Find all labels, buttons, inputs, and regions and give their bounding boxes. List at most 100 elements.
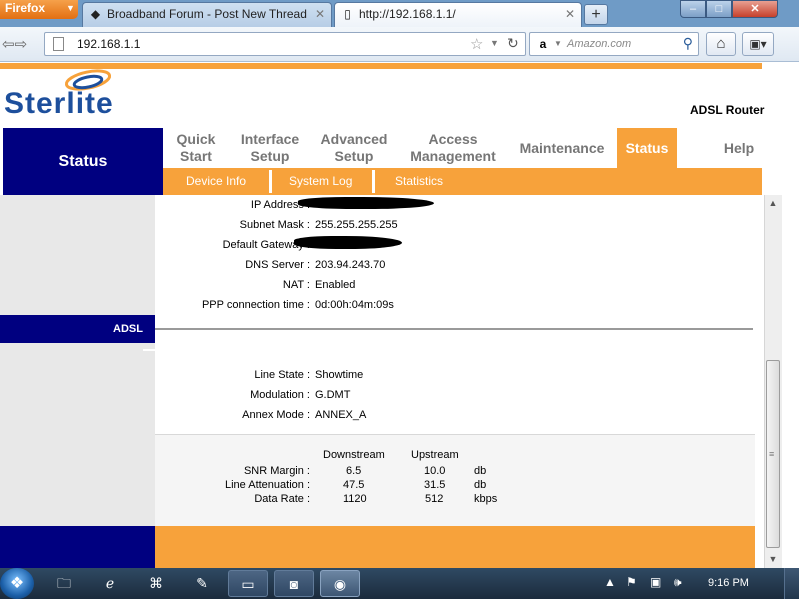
action-center-flag-icon[interactable]: ⚑ — [626, 575, 637, 589]
firefox-menu-button[interactable]: Firefox ▼ — [0, 0, 78, 19]
info-label: Line State : — [254, 369, 310, 381]
info-label: Subnet Mask : — [239, 219, 310, 231]
window-taskbar-button[interactable]: ▭ — [228, 570, 268, 597]
stat-upstream: 512 — [425, 493, 444, 505]
internet-explorer-taskbar-button[interactable]: ℯ — [90, 570, 130, 597]
address-bar[interactable]: 192.168.1.1 ☆ ▼ ↻ — [44, 32, 526, 56]
green-app-icon: ◙ — [289, 576, 299, 592]
footer-orange-bar — [155, 526, 755, 568]
tab-title: http://192.168.1.1/ — [359, 7, 456, 21]
info-value: ANNEX_A — [315, 409, 367, 421]
info-value: G.DMT — [315, 389, 351, 401]
menu-advanced-setup[interactable]: Advanced Setup — [315, 128, 393, 168]
maximize-button[interactable]: □ — [706, 0, 732, 18]
info-label: NAT : — [282, 279, 310, 291]
page-icon — [53, 37, 64, 51]
stat-downstream: 1120 — [343, 493, 367, 505]
search-placeholder[interactable]: Amazon.com — [567, 38, 631, 50]
start-button[interactable]: ❖ — [0, 568, 34, 599]
stat-label: SNR Margin : — [243, 465, 310, 477]
scroll-down-arrow-icon[interactable]: ▼ — [764, 551, 782, 568]
menu-access-management[interactable]: Access Management — [403, 128, 503, 168]
bookmark-star-icon[interactable]: ☆ — [470, 35, 483, 53]
info-label: Modulation : — [250, 389, 310, 401]
firefox-taskbar-button[interactable]: ◉ — [320, 570, 360, 597]
scroll-up-arrow-icon[interactable]: ▲ — [764, 195, 782, 212]
side-section-title: Status — [3, 128, 163, 195]
app-taskbar-button[interactable]: ◙ — [274, 570, 314, 597]
navigation-toolbar: ⇦⇨ 192.168.1.1 ☆ ▼ ↻ a ▼ Amazon.com ⚲ ⌂ … — [0, 27, 799, 62]
submenu-divider — [372, 170, 375, 193]
submenu-system-log[interactable]: System Log — [289, 168, 352, 195]
info-value: 0d:00h:04m:09s — [315, 299, 394, 311]
menu-help[interactable]: Help — [711, 128, 767, 168]
forward-arrow-icon[interactable]: ⇨ — [15, 36, 28, 53]
screen: Firefox ▼ ◆ Broadband Forum - Post New T… — [0, 0, 799, 599]
close-window-button[interactable]: ✕ — [732, 0, 778, 18]
minimize-button[interactable]: – — [680, 0, 706, 18]
submenu-statistics[interactable]: Statistics — [395, 168, 443, 195]
forum-favicon-icon: ◆ — [90, 7, 101, 21]
menu-interface-setup[interactable]: Interface Setup — [235, 128, 305, 168]
info-value: 255.255.255.255 — [315, 219, 398, 231]
section-notch — [143, 349, 155, 351]
eraser-icon: ✎ — [196, 575, 208, 591]
footer-left-block — [0, 526, 155, 568]
network-taskbar-button[interactable]: ⌘ — [136, 570, 176, 597]
home-button[interactable]: ⌂ — [706, 32, 736, 56]
firefox-menu-label: Firefox — [5, 1, 46, 15]
page-favicon-icon: ▯ — [344, 7, 351, 21]
tab-broadband-forum[interactable]: ◆ Broadband Forum - Post New Thread ✕ — [82, 2, 332, 27]
menu-quick-start[interactable]: Quick Start — [163, 128, 229, 168]
window-icon: ▭ — [241, 576, 255, 592]
windows-logo-icon: ❖ — [9, 575, 25, 592]
addon-toolbar-button[interactable]: ▣▾ — [742, 32, 774, 56]
product-name: ADSL Router — [690, 103, 765, 117]
submenu-device-info[interactable]: Device Info — [186, 168, 246, 195]
taskbar-clock[interactable]: 9:16 PM — [708, 577, 749, 589]
tab-title: Broadband Forum - Post New Thread — [107, 7, 307, 21]
show-hidden-icons-icon[interactable]: ▲ — [604, 575, 616, 589]
stat-unit: kbps — [474, 493, 498, 505]
column-header-downstream: Downstream — [323, 449, 385, 461]
redacted-ip-address — [298, 197, 434, 209]
info-value: Showtime — [315, 369, 364, 381]
home-icon: ⌂ — [716, 35, 726, 52]
url-text[interactable]: 192.168.1.1 — [77, 37, 140, 51]
tab-router[interactable]: ▯ http://192.168.1.1/ ✕ — [334, 2, 582, 27]
search-icon[interactable]: ⚲ — [683, 35, 693, 52]
menu-status[interactable]: Status — [617, 128, 677, 168]
engine-dropdown-icon[interactable]: ▼ — [554, 39, 562, 48]
info-label: DNS Server : — [245, 259, 310, 271]
close-tab-icon[interactable]: ✕ — [565, 3, 575, 26]
new-tab-button[interactable]: + — [584, 4, 608, 25]
left-navigation-column — [0, 195, 155, 526]
amazon-engine-icon[interactable]: a — [535, 36, 551, 52]
reload-icon[interactable]: ↻ — [507, 35, 519, 52]
folder-icon: 🗀 — [57, 575, 71, 591]
network-icon: ⌘ — [149, 575, 163, 591]
explorer-taskbar-button[interactable]: 🗀 — [44, 570, 84, 597]
scroll-grip-icon: ≡ — [769, 449, 775, 459]
info-value: 203.94.243.70 — [315, 259, 386, 271]
back-forward-buttons[interactable]: ⇦⇨ — [0, 34, 42, 56]
volume-icon[interactable]: 🕪 — [674, 575, 682, 590]
column-header-upstream: Upstream — [411, 449, 459, 461]
stat-downstream: 47.5 — [343, 479, 365, 491]
window-right-edge — [782, 62, 799, 568]
menu-maintenance[interactable]: Maintenance — [513, 128, 611, 168]
back-arrow-icon[interactable]: ⇦ — [2, 36, 15, 53]
windows-taskbar: ❖ 🗀 ℯ ⌘ ✎ ▭ ◙ ◉ ▲ ⚑ ▣ 🕪 9:16 PM — [0, 568, 799, 599]
history-dropdown-icon[interactable]: ▼ — [490, 38, 499, 48]
paint-taskbar-button[interactable]: ✎ — [182, 570, 222, 597]
search-bar[interactable]: a ▼ Amazon.com ⚲ — [529, 32, 699, 56]
addon-icon: ▣▾ — [749, 37, 767, 51]
network-status-icon[interactable]: ▣ — [650, 575, 661, 589]
sub-menu: Device Info System Log Statistics — [163, 168, 762, 195]
info-label: PPP connection time : — [201, 299, 310, 311]
main-menu: Quick Start Interface Setup Advanced Set… — [163, 128, 762, 168]
submenu-divider — [269, 170, 272, 193]
close-tab-icon[interactable]: ✕ — [315, 3, 325, 26]
stat-upstream: 10.0 — [424, 465, 446, 477]
show-desktop-button[interactable] — [784, 568, 799, 599]
